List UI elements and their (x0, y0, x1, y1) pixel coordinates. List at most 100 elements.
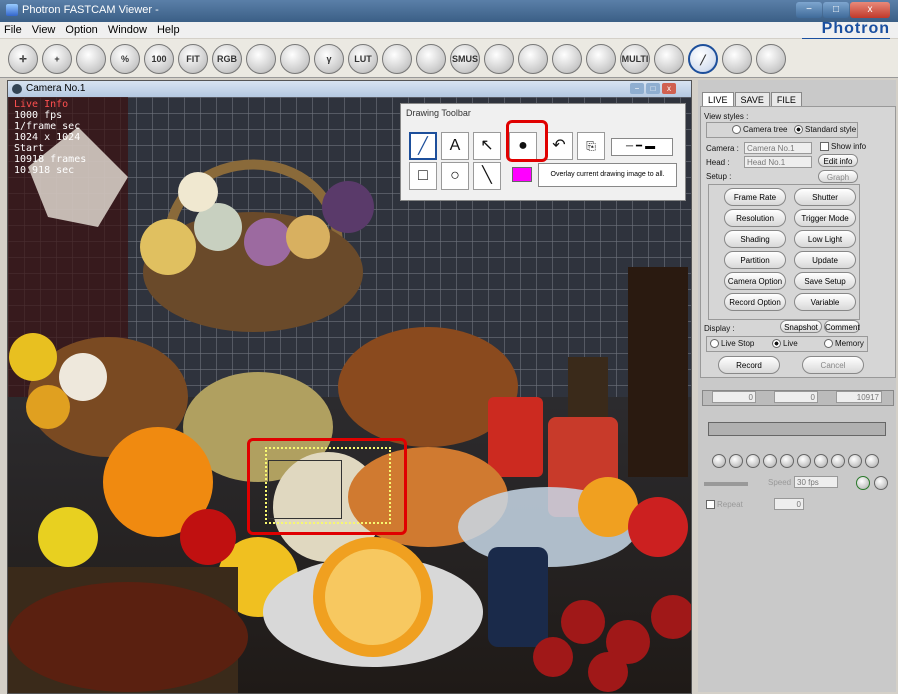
setup-trigger-mode-button[interactable]: Trigger Mode (794, 209, 856, 227)
camera-select[interactable]: Camera No.1 (744, 142, 812, 154)
radio-memory[interactable] (824, 339, 833, 349)
tab-live[interactable]: LIVE (702, 92, 734, 107)
step-forward-icon[interactable] (797, 454, 811, 468)
stop-icon[interactable] (763, 454, 777, 468)
menu-option[interactable]: Option (65, 24, 97, 36)
play-reverse-icon[interactable] (746, 454, 760, 468)
tab-file[interactable]: FILE (770, 92, 802, 107)
ellipse-tool-icon[interactable]: ○ (441, 162, 469, 190)
frame-end-field[interactable]: 10917 (836, 391, 882, 403)
text-tool-icon[interactable]: A (441, 132, 469, 160)
radio-live-stop[interactable] (710, 339, 719, 349)
undo-icon[interactable]: ↶ (545, 132, 573, 160)
setup-camera-option-button[interactable]: Camera Option (724, 272, 786, 290)
reverse-loop-icon[interactable] (874, 476, 888, 490)
rectangle-tool-icon[interactable]: □ (409, 162, 437, 190)
show-info-checkbox[interactable] (820, 142, 829, 152)
graph-button[interactable]: Graph (818, 170, 858, 183)
snapshot-button[interactable]: Snapshot (780, 320, 822, 333)
frame-start-field[interactable]: 0 (712, 391, 756, 403)
repeat-option[interactable]: Repeat (706, 500, 743, 510)
line-tool-icon[interactable]: ╲ (473, 162, 501, 190)
edit-info-button[interactable]: Edit info (818, 154, 858, 167)
repeat-count-field[interactable]: 0 (774, 498, 804, 510)
setup-variable-button[interactable]: Variable (794, 293, 856, 311)
settings-icon[interactable] (586, 44, 616, 74)
keyboard-icon[interactable] (722, 44, 752, 74)
setup-shading-button[interactable]: Shading (724, 230, 786, 248)
radio-live[interactable] (772, 339, 781, 349)
camera-maximize-button[interactable]: □ (646, 83, 660, 94)
export-icon[interactable] (865, 454, 879, 468)
menu-file[interactable]: File (4, 24, 22, 36)
percent-icon[interactable]: % (110, 44, 140, 74)
line-style-selector[interactable]: ─━▬ (611, 138, 673, 156)
smooth-icon[interactable]: SMUS (450, 44, 480, 74)
camera-minimize-button[interactable]: − (630, 83, 644, 94)
camera-close-button[interactable]: x (662, 83, 676, 94)
brightness-icon[interactable] (280, 44, 310, 74)
overlay-to-all-button[interactable]: Overlay current drawing image to all. (538, 163, 677, 187)
comment-button[interactable]: Comment (824, 320, 860, 333)
menu-view[interactable]: View (32, 24, 56, 36)
repeat-checkbox[interactable] (706, 500, 715, 510)
black-icon[interactable] (416, 44, 446, 74)
arrow-tool-icon[interactable]: ↖ (473, 132, 501, 160)
color-swatch[interactable] (512, 167, 532, 182)
frame-current-field[interactable]: 0 (774, 391, 818, 403)
live-stop-option[interactable]: Live Stop (710, 339, 754, 349)
minimize-button[interactable]: − (796, 2, 822, 18)
mark-in-icon[interactable] (831, 454, 845, 468)
menu-help[interactable]: Help (157, 24, 180, 36)
style-standard-option[interactable]: Standard style (794, 125, 856, 135)
mark-out-icon[interactable] (848, 454, 862, 468)
fit-window-icon[interactable] (76, 44, 106, 74)
close-button[interactable]: x (850, 2, 890, 18)
live-option[interactable]: Live (772, 339, 798, 349)
rgb-icon[interactable]: RGB (212, 44, 242, 74)
pen-tool-icon[interactable]: ╱ (409, 132, 437, 160)
memory-option[interactable]: Memory (824, 339, 864, 349)
multi-icon[interactable]: MULTI (620, 44, 650, 74)
zoom-in-icon[interactable]: + (42, 44, 72, 74)
tab-save[interactable]: SAVE (734, 92, 770, 107)
loop-icon[interactable] (856, 476, 870, 490)
cancel-button[interactable]: Cancel (802, 356, 864, 374)
radio-camera-tree[interactable] (732, 125, 741, 135)
setup-shutter-button[interactable]: Shutter (794, 188, 856, 206)
head-select[interactable]: Head No.1 (744, 156, 812, 168)
menu-window[interactable]: Window (108, 24, 147, 36)
last-frame-icon[interactable] (814, 454, 828, 468)
fit-icon[interactable]: FIT (178, 44, 208, 74)
setup-update-button[interactable]: Update (794, 251, 856, 269)
copy-icon[interactable]: ⎘ (577, 132, 605, 160)
move-icon[interactable]: ✛ (8, 44, 38, 74)
line-thick-icon[interactable]: ▬ (645, 141, 658, 152)
rotate-icon[interactable] (552, 44, 582, 74)
zoom-100-icon[interactable]: 100 (144, 44, 174, 74)
speed-select[interactable]: 30 fps (794, 476, 838, 488)
disk-icon[interactable] (756, 44, 786, 74)
radio-standard[interactable] (794, 125, 803, 135)
setup-save-setup-button[interactable]: Save Setup (794, 272, 856, 290)
show-info-option[interactable]: Show info (820, 142, 866, 152)
grid-icon[interactable] (518, 44, 548, 74)
tuning-fork-icon[interactable] (654, 44, 684, 74)
maximize-button[interactable]: □ (823, 2, 849, 18)
setup-resolution-button[interactable]: Resolution (724, 209, 786, 227)
setup-record-option-button[interactable]: Record Option (724, 293, 786, 311)
playback-slider[interactable] (704, 482, 748, 486)
frame-icon[interactable] (484, 44, 514, 74)
style-camera-tree-option[interactable]: Camera tree (732, 125, 787, 135)
lut-reset-icon[interactable]: LUT (348, 44, 378, 74)
line-thin-icon[interactable]: ─ (626, 141, 636, 152)
gamma-icon[interactable]: γ (314, 44, 344, 74)
pen-icon[interactable]: ╱ (688, 44, 718, 74)
play-icon[interactable] (780, 454, 794, 468)
line-medium-icon[interactable]: ━ (636, 141, 645, 152)
setup-low-light-button[interactable]: Low Light (794, 230, 856, 248)
step-back-icon[interactable] (729, 454, 743, 468)
contrast-icon[interactable] (246, 44, 276, 74)
record-button[interactable]: Record (718, 356, 780, 374)
first-frame-icon[interactable] (712, 454, 726, 468)
